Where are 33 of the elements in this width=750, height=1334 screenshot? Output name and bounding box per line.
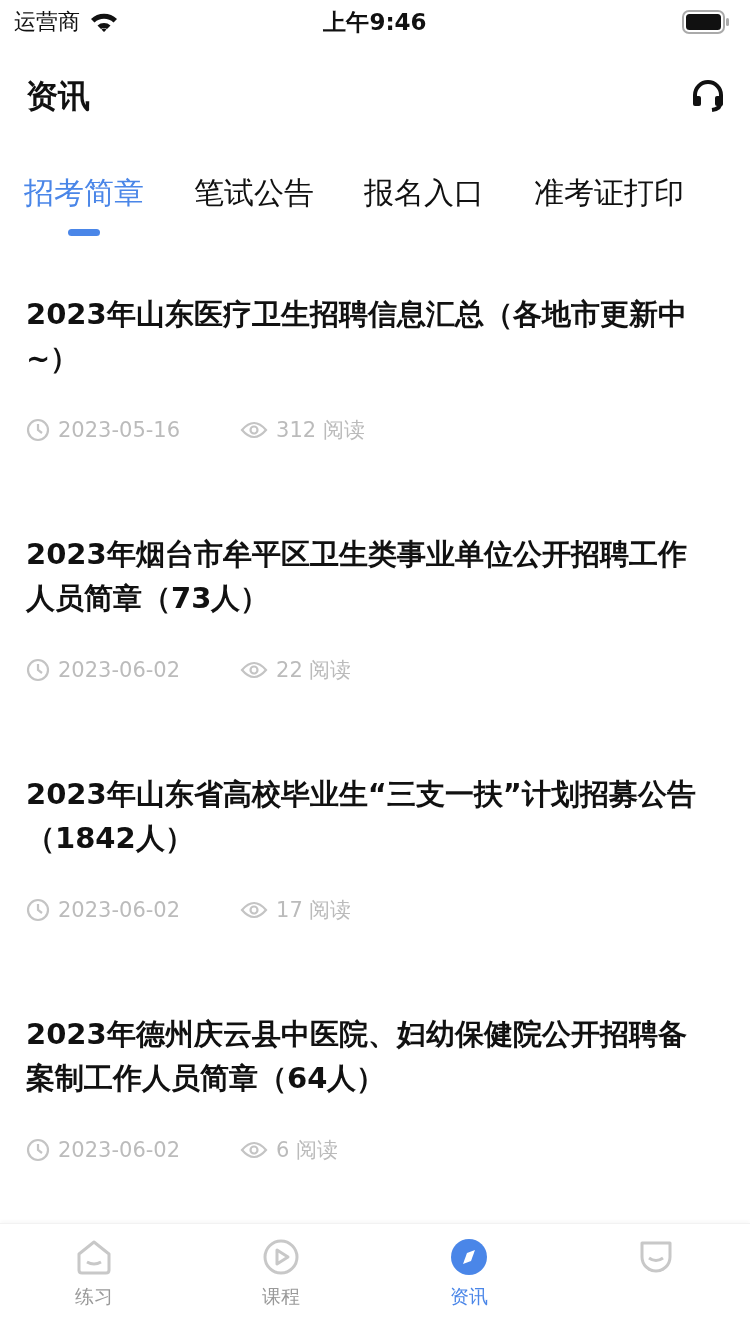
clock-icon xyxy=(26,1138,50,1162)
clock-time: 上午9:46 xyxy=(323,7,427,37)
battery-icon xyxy=(682,10,730,34)
wifi-icon xyxy=(90,12,118,32)
carrier-label: 运营商 xyxy=(14,8,80,36)
compass-icon xyxy=(449,1238,488,1276)
headset-icon[interactable] xyxy=(690,79,726,115)
category-tab[interactable]: 准考证打印 xyxy=(534,150,684,236)
eye-icon xyxy=(240,1140,269,1160)
clock-icon xyxy=(26,658,50,682)
eye-icon xyxy=(240,900,269,920)
publish-date: 2023-05-16 xyxy=(58,418,181,442)
read-count: 312 阅读 xyxy=(276,417,365,444)
read-count: 22 阅读 xyxy=(276,657,352,684)
clock-icon xyxy=(26,418,50,442)
read-count: 17 阅读 xyxy=(276,897,352,924)
category-tab[interactable]: 报名入口 xyxy=(364,150,484,236)
article-title[interactable]: 2023年山东省高校毕业生“三支一扶”计划招募公告（1842人） xyxy=(26,772,710,860)
publish-date: 2023-06-02 xyxy=(58,1138,181,1162)
publish-date: 2023-06-02 xyxy=(58,898,181,922)
article-title[interactable]: 2023年烟台市牟平区卫生类事业单位公开招聘工作人员简章（73人） xyxy=(26,532,710,620)
article-title[interactable]: 2023年德州庆云县中医院、妇幼保健院公开招聘备案制工作人员简章（64人） xyxy=(26,1012,710,1100)
category-tab[interactable]: 招考简章 xyxy=(24,150,144,236)
eye-icon xyxy=(240,420,269,440)
tab-bar-item[interactable]: 资讯 xyxy=(375,1224,563,1334)
play-icon xyxy=(262,1238,301,1276)
clock-icon xyxy=(26,898,50,922)
eye-icon xyxy=(240,660,269,680)
category-tab[interactable]: 笔试公告 xyxy=(194,150,314,236)
article-title[interactable]: 2023年山东医疗卫生招聘信息汇总（各地市更新中~） xyxy=(26,292,710,380)
publish-date: 2023-06-02 xyxy=(58,658,181,682)
read-count: 6 阅读 xyxy=(276,1137,339,1164)
page-title: 资讯 xyxy=(26,76,90,117)
